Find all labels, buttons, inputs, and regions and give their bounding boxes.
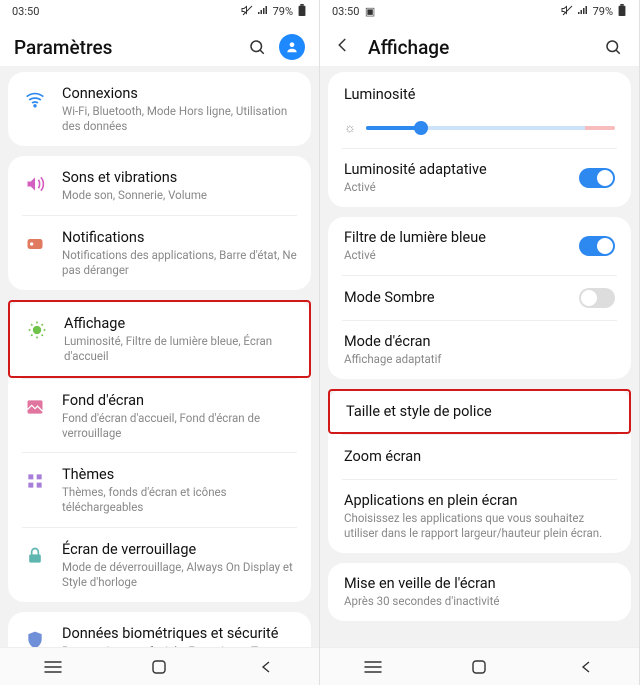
sound-icon	[22, 171, 48, 197]
settings-row-th-mes[interactable]: Thèmes Thèmes, fonds d'écran et icônes té…	[8, 453, 311, 527]
signal-icon	[257, 4, 269, 19]
settings-row--cran-de-verrouillage[interactable]: Écran de verrouillage Mode de déverrouill…	[8, 528, 311, 602]
header: Affichage	[320, 22, 639, 66]
signal-icon	[577, 4, 589, 19]
row-title: Écran de verrouillage	[62, 541, 297, 558]
row-subtitle: Mode son, Sonnerie, Volume	[62, 188, 297, 203]
blue-light-filter-row[interactable]: Filtre de lumière bleue Activé	[328, 217, 631, 275]
row-subtitle: Wi-Fi, Bluetooth, Mode Hors ligne, Utili…	[62, 104, 297, 134]
row-subtitle: Mode de déverrouillage, Always On Displa…	[62, 560, 297, 590]
header: Paramètres	[0, 22, 319, 66]
row-title: Thèmes	[62, 466, 297, 483]
brightness-slider-row: ☼	[328, 116, 631, 148]
settings-row-sons-et-vibrations[interactable]: Sons et vibrations Mode son, Sonnerie, Vo…	[8, 156, 311, 215]
brightness-label: Luminosité	[328, 72, 631, 116]
fullscreen-apps-row[interactable]: Applications en plein écran Choisissez l…	[328, 480, 631, 553]
nav-bar	[320, 647, 639, 685]
nav-recents[interactable]	[33, 655, 73, 679]
display-screen: 03:50 ▣ 79% Affichage Luminosité ☼	[320, 0, 640, 685]
nav-back[interactable]	[566, 655, 606, 679]
adaptive-brightness-row[interactable]: Luminosité adaptative Activé	[328, 149, 631, 207]
biometrics-icon	[22, 627, 48, 647]
row-title: Affichage	[64, 315, 295, 332]
status-time: 03:50	[332, 5, 359, 18]
settings-row-connexions[interactable]: Connexions Wi-Fi, Bluetooth, Mode Hors li…	[8, 72, 311, 146]
row-title: Fond d'écran	[62, 392, 297, 409]
row-subtitle: Reconnaissance faciale, Empreintes, Traç…	[62, 644, 297, 647]
nav-recents[interactable]	[353, 655, 393, 679]
screen-timeout-row[interactable]: Mise en veille de l'écran Après 30 secon…	[328, 563, 631, 621]
blue-light-filter-toggle[interactable]	[579, 236, 615, 256]
settings-row-affichage[interactable]: Affichage Luminosité, Filtre de lumière b…	[8, 300, 311, 378]
row-subtitle: Thèmes, fonds d'écran et icônes téléchar…	[62, 485, 297, 515]
screen-mode-row[interactable]: Mode d'écran Affichage adaptatif	[328, 321, 631, 379]
screen-zoom-row[interactable]: Zoom écran	[328, 435, 631, 479]
display-settings-list: Luminosité ☼ Luminosité adaptative Activ…	[320, 66, 639, 647]
settings-screen: 03:50 79% Paramètres Connexions Wi-Fi, Bl…	[0, 0, 320, 685]
nav-back[interactable]	[246, 655, 286, 679]
mute-icon	[561, 4, 573, 19]
nav-home[interactable]	[459, 655, 499, 679]
battery-icon	[297, 4, 307, 19]
wifi-icon	[22, 87, 48, 113]
settings-list: Connexions Wi-Fi, Bluetooth, Mode Hors li…	[0, 66, 319, 647]
page-title: Paramètres	[14, 36, 239, 59]
wallpaper-icon	[22, 394, 48, 420]
lockscreen-icon	[22, 543, 48, 569]
notifications-icon	[22, 231, 48, 257]
status-bar: 03:50 79%	[0, 0, 319, 22]
adaptive-brightness-toggle[interactable]	[579, 168, 615, 188]
brightness-slider[interactable]	[366, 126, 615, 130]
settings-row-fond-d-cran[interactable]: Fond d'écran Fond d'écran d'accueil, Fond…	[8, 379, 311, 453]
settings-row-donn-es-biom-triques-et-s-curit-[interactable]: Données biométriques et sécurité Reconnai…	[8, 612, 311, 647]
battery-text: 79%	[593, 5, 613, 18]
search-button[interactable]	[245, 35, 269, 59]
row-title: Données biométriques et sécurité	[62, 625, 297, 642]
status-bar: 03:50 ▣ 79%	[320, 0, 639, 22]
nav-home[interactable]	[139, 655, 179, 679]
row-subtitle: Fond d'écran d'accueil, Fond d'écran de …	[62, 411, 297, 441]
font-size-style-row[interactable]: Taille et style de police	[328, 389, 631, 434]
dark-mode-row[interactable]: Mode Sombre	[328, 276, 631, 320]
display-icon	[24, 317, 50, 343]
screenshot-icon: ▣	[365, 5, 375, 18]
battery-icon	[617, 4, 627, 19]
back-button[interactable]	[334, 35, 358, 59]
themes-icon	[22, 468, 48, 494]
brightness-low-icon: ☼	[344, 120, 356, 136]
row-subtitle: Luminosité, Filtre de lumière bleue, Écr…	[64, 334, 295, 364]
status-time: 03:50	[12, 5, 241, 18]
nav-bar	[0, 647, 319, 685]
battery-text: 79%	[273, 5, 293, 18]
row-title: Notifications	[62, 229, 297, 246]
mute-icon	[241, 4, 253, 19]
page-title: Affichage	[368, 36, 595, 59]
row-title: Connexions	[62, 85, 297, 102]
row-title: Sons et vibrations	[62, 169, 297, 186]
settings-row-notifications[interactable]: Notifications Notifications des applicati…	[8, 216, 311, 290]
profile-avatar[interactable]	[279, 34, 305, 60]
dark-mode-toggle[interactable]	[579, 288, 615, 308]
row-subtitle: Notifications des applications, Barre d'…	[62, 248, 297, 278]
search-button[interactable]	[601, 35, 625, 59]
